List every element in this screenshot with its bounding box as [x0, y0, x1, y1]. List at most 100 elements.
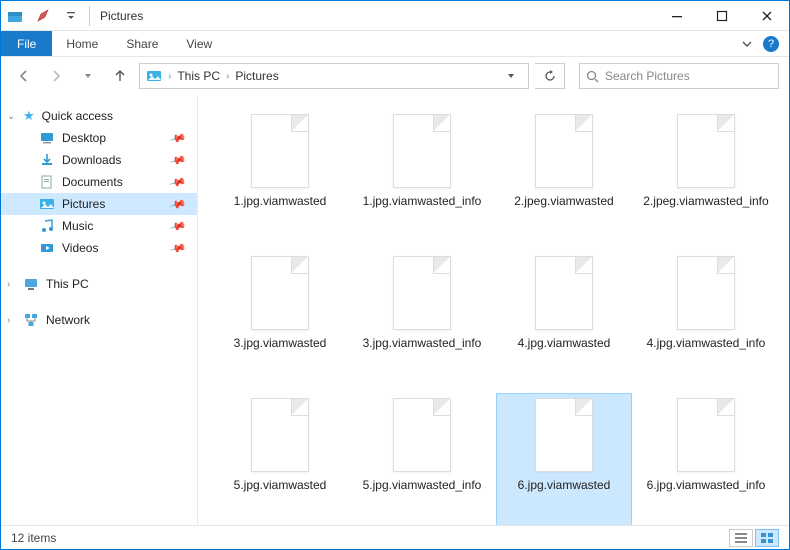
tab-file-label: File [17, 37, 36, 51]
search-input[interactable]: Search Pictures [579, 63, 779, 89]
desktop-icon [39, 130, 55, 146]
documents-icon [39, 174, 55, 190]
tab-view[interactable]: View [172, 31, 226, 56]
videos-icon [39, 240, 55, 256]
file-item[interactable]: 6.jpg.viamwasted_info [638, 393, 774, 525]
file-name-label: 6.jpg.viamwasted_info [643, 478, 770, 493]
sidebar-item-pictures[interactable]: Pictures 📌 [1, 193, 197, 215]
file-item[interactable]: 3.jpg.viamwasted [212, 251, 348, 387]
sidebar-item-desktop[interactable]: Desktop 📌 [1, 127, 197, 149]
navigation-pane: ⌄ ★ Quick access Desktop📌Downloads📌Docum… [1, 95, 198, 525]
sidebar-item-label: Quick access [42, 109, 113, 123]
tab-label: Home [66, 37, 98, 51]
sidebar-item-videos[interactable]: Videos📌 [1, 237, 197, 259]
address-dropdown-icon[interactable] [500, 71, 522, 81]
file-name-label: 6.jpg.viamwasted [514, 478, 615, 493]
file-icon [535, 256, 593, 330]
file-name-label: 5.jpg.viamwasted [230, 478, 331, 493]
sidebar-item-label: Videos [62, 241, 98, 255]
ribbon-tabs: File Home Share View ? [1, 31, 789, 57]
file-icon [393, 398, 451, 472]
file-item[interactable]: 1.jpg.viamwasted [212, 109, 348, 245]
title-bar: Pictures [1, 1, 789, 31]
close-button[interactable] [744, 1, 789, 31]
sidebar-item-label: Documents [62, 175, 123, 189]
tab-label: View [186, 37, 212, 51]
pin-icon: 📌 [169, 151, 187, 169]
refresh-button[interactable] [535, 63, 565, 89]
sidebar-quick-access[interactable]: ⌄ ★ Quick access [1, 105, 197, 127]
sidebar-item-label: Network [46, 313, 90, 327]
file-name-label: 1.jpg.viamwasted [230, 194, 331, 209]
file-item[interactable]: 4.jpg.viamwasted [496, 251, 632, 387]
breadcrumb-item[interactable]: Pictures [235, 69, 278, 83]
file-name-label: 4.jpg.viamwasted_info [643, 336, 770, 351]
file-icon [251, 256, 309, 330]
search-icon [586, 70, 599, 83]
chevron-right-icon[interactable]: › [226, 71, 229, 82]
qat-properties-icon[interactable] [29, 2, 57, 30]
tab-share[interactable]: Share [112, 31, 172, 56]
tab-label: Share [126, 37, 158, 51]
file-item[interactable]: 1.jpg.viamwasted_info [354, 109, 490, 245]
file-item[interactable]: 5.jpg.viamwasted_info [354, 393, 490, 525]
file-name-label: 2.jpeg.viamwasted_info [639, 194, 772, 209]
tab-file[interactable]: File [1, 31, 52, 56]
file-icon [393, 114, 451, 188]
qat-dropdown-icon[interactable] [57, 2, 85, 30]
ribbon-expand-icon[interactable] [741, 39, 753, 49]
nav-recent-dropdown[interactable] [75, 63, 101, 89]
sidebar-item-label: Desktop [62, 131, 106, 145]
nav-back-button[interactable] [11, 63, 37, 89]
sidebar-this-pc[interactable]: › This PC [1, 273, 197, 295]
file-icon [535, 398, 593, 472]
file-item[interactable]: 4.jpg.viamwasted_info [638, 251, 774, 387]
file-name-label: 5.jpg.viamwasted_info [359, 478, 486, 493]
file-name-label: 2.jpeg.viamwasted [510, 194, 617, 209]
breadcrumb-item[interactable]: This PC [177, 69, 220, 83]
sidebar-item-downloads[interactable]: Downloads📌 [1, 149, 197, 171]
pin-icon: 📌 [169, 129, 187, 147]
sidebar-item-label: Pictures [62, 197, 105, 211]
file-item[interactable]: 6.jpg.viamwasted [496, 393, 632, 525]
details-view-button[interactable] [729, 529, 753, 547]
file-name-label: 1.jpg.viamwasted_info [359, 194, 486, 209]
help-icon[interactable]: ? [763, 36, 779, 52]
chevron-right-icon[interactable]: › [168, 71, 171, 82]
tab-home[interactable]: Home [52, 31, 112, 56]
file-icon [251, 114, 309, 188]
pictures-location-icon [146, 68, 162, 84]
pin-icon: 📌 [169, 195, 187, 213]
chevron-down-icon[interactable]: ⌄ [7, 111, 15, 122]
title-separator [89, 6, 90, 26]
file-icon [677, 114, 735, 188]
chevron-right-icon[interactable]: › [7, 279, 10, 290]
file-item[interactable]: 3.jpg.viamwasted_info [354, 251, 490, 387]
sidebar-item-documents[interactable]: Documents 📌 [1, 171, 197, 193]
sidebar-network[interactable]: › Network [1, 309, 197, 331]
nav-forward-button[interactable] [43, 63, 69, 89]
file-icon [535, 114, 593, 188]
music-icon [39, 218, 55, 234]
computer-icon [23, 276, 39, 292]
thumbnails-view-button[interactable] [755, 529, 779, 547]
nav-up-button[interactable] [107, 63, 133, 89]
file-item[interactable]: 2.jpeg.viamwasted [496, 109, 632, 245]
sidebar-item-music[interactable]: Music📌 [1, 215, 197, 237]
pin-icon: 📌 [169, 173, 187, 191]
sidebar-item-label: This PC [46, 277, 89, 291]
status-bar: 12 items [1, 525, 789, 549]
file-list[interactable]: 1.jpg.viamwasted 1.jpg.viamwasted_info 2.j… [198, 95, 789, 525]
file-icon [251, 398, 309, 472]
address-bar-row: › This PC › Pictures Search Pictures [1, 57, 789, 95]
explorer-app-icon[interactable] [1, 2, 29, 30]
maximize-button[interactable] [699, 1, 744, 31]
chevron-right-icon[interactable]: › [7, 315, 10, 326]
item-count-label: 12 items [11, 531, 56, 545]
breadcrumb[interactable]: › This PC › Pictures [139, 63, 529, 89]
file-name-label: 4.jpg.viamwasted [514, 336, 615, 351]
file-item[interactable]: 5.jpg.viamwasted [212, 393, 348, 525]
minimize-button[interactable] [654, 1, 699, 31]
search-placeholder: Search Pictures [605, 69, 690, 83]
file-item[interactable]: 2.jpeg.viamwasted_info [638, 109, 774, 245]
